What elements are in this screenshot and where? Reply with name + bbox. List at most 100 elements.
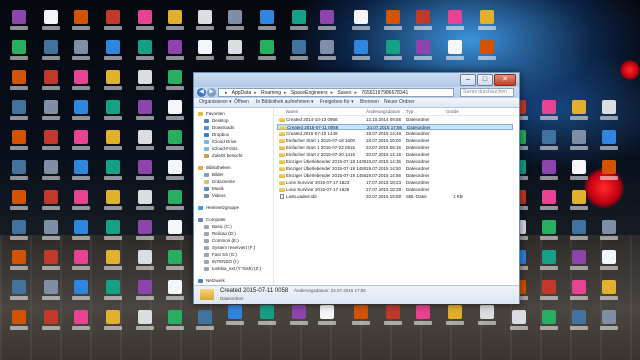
desktop-shortcut-icon[interactable] [196, 310, 214, 332]
close-button[interactable]: ✕ [494, 74, 516, 86]
nav-pictures[interactable]: Bilder [204, 172, 224, 178]
desktop-shortcut-icon[interactable] [290, 10, 308, 32]
desktop-shortcut-icon[interactable] [540, 100, 558, 122]
desktop-shortcut-icon[interactable] [104, 310, 122, 332]
desktop-shortcut-icon[interactable] [42, 280, 60, 302]
desktop-shortcut-icon[interactable] [10, 130, 28, 152]
desktop-shortcut-icon[interactable] [10, 310, 28, 332]
desktop-shortcut-icon[interactable] [72, 220, 90, 242]
desktop-shortcut-icon[interactable] [540, 190, 558, 212]
desktop-shortcut-icon[interactable] [570, 220, 588, 242]
folder-row[interactable]: Einfacher Start 1 2015-07-22 0815 22.07.2… [277, 145, 513, 151]
desktop-shortcut-icon[interactable] [166, 10, 184, 32]
desktop-shortcut-icon[interactable] [166, 70, 184, 92]
desktop-shortcut-icon[interactable] [478, 40, 496, 62]
desktop-shortcut-icon[interactable] [72, 250, 90, 272]
breadcrumb-roaming[interactable]: Roaming [261, 90, 281, 96]
desktop-shortcut-icon[interactable] [42, 70, 60, 92]
desktop-shortcut-icon[interactable] [72, 160, 90, 182]
folder-row[interactable]: Created 2014-10-13 0958 12.10.2014 09:58 D… [277, 117, 513, 123]
desktop-shortcut-icon[interactable] [104, 40, 122, 62]
desktop-shortcut-icon[interactable] [72, 190, 90, 212]
desktop-shortcut-icon[interactable] [600, 310, 618, 332]
desktop-shortcut-icon[interactable] [196, 40, 214, 62]
desktop-shortcut-icon[interactable] [600, 160, 618, 182]
breadcrumb-saves[interactable]: Saves [338, 90, 352, 96]
desktop-shortcut-icon[interactable] [72, 310, 90, 332]
nav-drive-e[interactable]: Common (E:) [204, 238, 239, 244]
nav-icloud-drive[interactable]: iCloud Drive [204, 139, 237, 145]
desktop-shortcut-icon[interactable] [104, 280, 122, 302]
address-bar[interactable]: ▸ AppData ▸ Roaming ▸ SpaceEngineers ▸ Save… [218, 88, 454, 97]
nav-homegroup[interactable]: Heimnetzgruppe [198, 205, 239, 211]
desktop-shortcut-icon[interactable] [478, 10, 496, 32]
new-folder-button[interactable]: Neuer Ordner [384, 98, 415, 107]
desktop-shortcut-icon[interactable] [570, 190, 588, 212]
desktop-shortcut-icon[interactable] [290, 40, 308, 62]
nav-icloud-photos[interactable]: iCloud-Fotos [204, 146, 238, 152]
search-input[interactable]: Saves durchsuchen [460, 88, 514, 97]
nav-drive-z[interactable]: toshiba_ext (Y:Tosh) (Z:) [204, 266, 261, 272]
minimize-button[interactable]: – [460, 74, 476, 86]
desktop-shortcut-icon[interactable] [166, 40, 184, 62]
desktop-shortcut-icon[interactable] [600, 100, 618, 122]
desktop-shortcut-icon[interactable] [42, 10, 60, 32]
desktop-shortcut-icon[interactable] [600, 280, 618, 302]
desktop-shortcut-icon[interactable] [42, 190, 60, 212]
desktop-shortcut-icon[interactable] [540, 130, 558, 152]
folder-row[interactable]: Einziger Überlebender 2015-07-19 1436 19.… [277, 159, 513, 165]
column-date[interactable]: Änderungsdatum [366, 108, 400, 115]
desktop-shortcut-icon[interactable] [72, 40, 90, 62]
desktop-shortcut-icon[interactable] [570, 280, 588, 302]
desktop-shortcut-icon[interactable] [600, 220, 618, 242]
desktop-shortcut-icon[interactable] [166, 280, 184, 302]
desktop-shortcut-icon[interactable] [446, 305, 464, 327]
folder-row[interactable]: Einziger Überlebender 2015-07-19 1450 19.… [277, 166, 513, 172]
desktop-shortcut-icon[interactable] [10, 280, 28, 302]
include-in-library-button[interactable]: In Bibliothek aufnehmen ▾ [256, 98, 314, 107]
nav-network[interactable]: Netzwerk [198, 278, 225, 284]
desktop-shortcut-icon[interactable] [166, 100, 184, 122]
desktop-shortcut-icon[interactable] [10, 40, 28, 62]
desktop-shortcut-icon[interactable] [104, 10, 122, 32]
desktop-shortcut-icon[interactable] [10, 160, 28, 182]
nav-documents[interactable]: Dokumente [204, 179, 235, 185]
desktop-shortcut-icon[interactable] [166, 310, 184, 332]
nav-dropbox[interactable]: Dropbox [204, 132, 229, 138]
desktop-shortcut-icon[interactable] [196, 10, 214, 32]
nav-videos[interactable]: Videos [204, 193, 226, 199]
nav-music[interactable]: Musik [204, 186, 224, 192]
desktop-shortcut-icon[interactable] [540, 220, 558, 242]
desktop-shortcut-icon[interactable] [166, 160, 184, 182]
desktop-shortcut-icon[interactable] [318, 305, 336, 327]
forward-arrow-icon[interactable]: ▶ [207, 88, 216, 97]
nav-drive-d[interactable]: Relican (D:) [204, 231, 236, 237]
desktop-shortcut-icon[interactable] [226, 40, 244, 62]
desktop-shortcut-icon[interactable] [384, 40, 402, 62]
desktop-shortcut-icon[interactable] [414, 40, 432, 62]
desktop-shortcut-icon[interactable] [352, 10, 370, 32]
desktop-shortcut-icon[interactable] [166, 190, 184, 212]
folder-row[interactable]: Created 2015-07-10 1449 19.07.2015 14:49 D… [277, 131, 513, 137]
desktop-shortcut-icon[interactable] [136, 190, 154, 212]
nav-favorites[interactable]: Favoriten [198, 111, 225, 117]
folder-row[interactable]: Created 2015-07-11 0058 24.07.2015 17:56 D… [277, 124, 513, 130]
folder-row[interactable]: Lone Survivor 2015-07-17 1828 17.07.2015 … [277, 187, 513, 193]
desktop-shortcut-icon[interactable] [352, 305, 370, 327]
desktop-shortcut-icon[interactable] [166, 220, 184, 242]
desktop-shortcut-icon[interactable] [136, 70, 154, 92]
nav-computer[interactable]: Computer [198, 217, 226, 223]
breadcrumb-user-id[interactable]: 76561197986678341 [361, 90, 408, 96]
desktop-shortcut-icon[interactable] [136, 160, 154, 182]
file-row[interactable]: LastLoaded.sbl 20.07.2015 15:59 SBL-Datei 1… [277, 194, 513, 200]
desktop-shortcut-icon[interactable] [104, 70, 122, 92]
desktop-shortcut-icon[interactable] [136, 40, 154, 62]
desktop-shortcut-icon[interactable] [136, 310, 154, 332]
desktop-shortcut-icon[interactable] [540, 160, 558, 182]
desktop-shortcut-icon[interactable] [290, 305, 308, 327]
organize-button[interactable]: Organisieren ▾ [199, 98, 232, 107]
desktop-shortcut-icon[interactable] [104, 250, 122, 272]
desktop-shortcut-icon[interactable] [72, 10, 90, 32]
desktop-shortcut-icon[interactable] [258, 10, 276, 32]
nav-downloads[interactable]: Downloads [204, 125, 234, 131]
